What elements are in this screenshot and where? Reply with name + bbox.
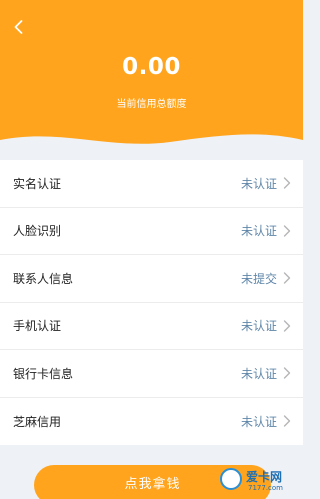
header-wave	[0, 134, 303, 156]
list-item-label: 银行卡信息	[13, 366, 74, 381]
credit-amount-label: 当前信用总额度	[116, 99, 187, 110]
chevron-right-icon	[283, 320, 291, 332]
watermark-icon	[220, 468, 242, 490]
list-item-phone[interactable]: 手机认证 未认证	[0, 303, 303, 350]
list-item-realname[interactable]: 实名认证 未认证	[0, 160, 303, 208]
list-item-status: 未认证	[240, 366, 277, 381]
list-item-label: 手机认证	[13, 319, 62, 334]
back-icon	[14, 20, 22, 34]
chevron-right-icon	[283, 367, 291, 379]
list-item-label: 实名认证	[13, 176, 62, 191]
list-item-status: 未认证	[240, 414, 277, 429]
list-item-sesame-credit[interactable]: 芝麻信用 未认证	[0, 398, 303, 446]
list-item-label: 人脸识别	[13, 224, 62, 239]
list-item-label: 联系人信息	[13, 271, 74, 286]
list-item-status: 未认证	[240, 319, 277, 334]
list-item-status: 未认证	[240, 176, 277, 191]
chevron-right-icon	[283, 225, 291, 237]
list-item-status: 未提交	[240, 271, 277, 286]
credit-amount: 0.00	[122, 54, 181, 80]
watermark-subtitle: 7177.com	[248, 484, 283, 492]
chevron-right-icon	[283, 415, 291, 427]
list-item-contacts[interactable]: 联系人信息 未提交	[0, 255, 303, 303]
watermark-title: 爱卡网	[246, 470, 283, 484]
list-item-bankcard[interactable]: 银行卡信息 未认证	[0, 350, 303, 398]
list-item-status: 未认证	[240, 224, 277, 239]
list-item-label: 芝麻信用	[13, 414, 62, 429]
watermark-logo: 爱卡网 7177.com	[220, 466, 300, 498]
chevron-right-icon	[283, 177, 291, 189]
verification-list: 实名认证 未认证 人脸识别 未认证 联系人信息 未提交 手机认证 未认证 银行卡…	[0, 160, 303, 445]
back-button[interactable]	[6, 14, 30, 40]
chevron-right-icon	[283, 272, 291, 284]
list-item-face[interactable]: 人脸识别 未认证	[0, 208, 303, 255]
